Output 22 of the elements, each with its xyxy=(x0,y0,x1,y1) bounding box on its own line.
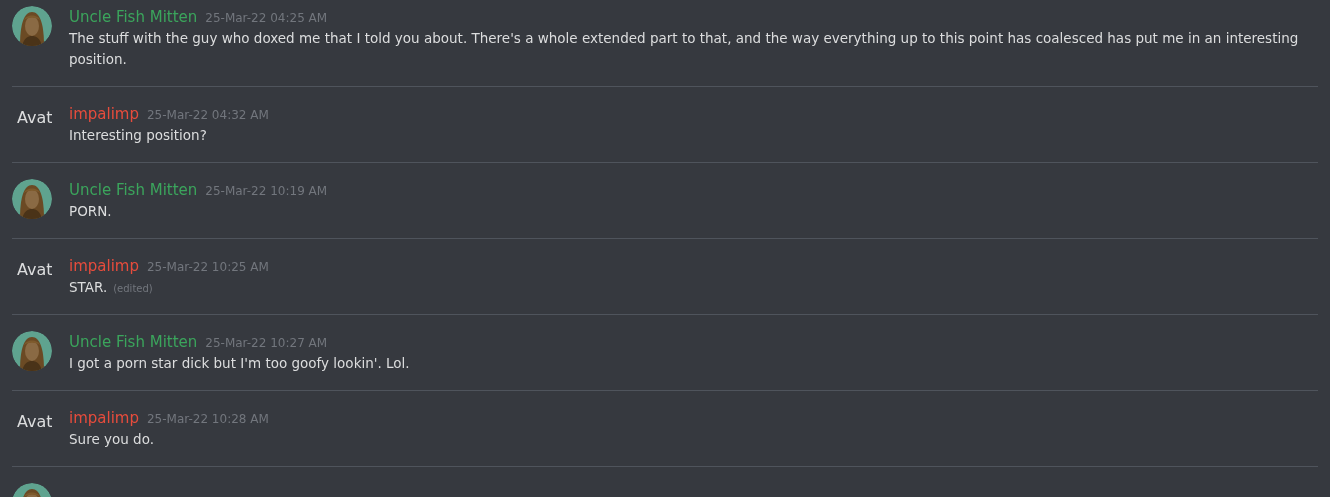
message-text: Sure you do. xyxy=(69,430,154,449)
message-text: PORN. xyxy=(69,202,112,221)
author-name: impalimp xyxy=(69,104,139,125)
avatar-alt-text: Avat xyxy=(16,260,52,279)
avatar-alt-text: Avat xyxy=(16,108,52,127)
timestamp: 25-Mar-22 10:28 AM xyxy=(146,411,269,428)
timestamp: 25-Mar-22 04:25 AM xyxy=(205,10,328,27)
author-name: impalimp xyxy=(69,256,139,277)
author-name: impalimp xyxy=(69,408,139,429)
message-text: STAR. xyxy=(69,278,108,297)
author-name: Uncle Fish Mitten xyxy=(69,180,198,201)
author-name: Uncle Fish Mitten xyxy=(69,332,198,353)
message-text: The stuff with the guy who doxed me that I told you about. There's a whole extended part to that, and the way everything up to this point has coalesced has put me in an interesting position. xyxy=(69,29,1300,69)
timestamp: 25-Mar-22 04:32 AM xyxy=(146,107,269,124)
message-text: I got a porn star dick but I'm too goofy lookin'. Lol. xyxy=(69,354,410,373)
author-name: Uncle Fish Mitten xyxy=(69,7,198,28)
edited-label: (edited) xyxy=(113,282,153,296)
avatar-alt-text: Avat xyxy=(16,412,52,431)
message-text: Interesting position? xyxy=(69,126,207,145)
timestamp: 25-Mar-22 10:19 AM xyxy=(205,183,328,200)
timestamp: 25-Mar-22 10:27 AM xyxy=(205,335,328,352)
timestamp: 25-Mar-22 10:25 AM xyxy=(146,259,269,276)
